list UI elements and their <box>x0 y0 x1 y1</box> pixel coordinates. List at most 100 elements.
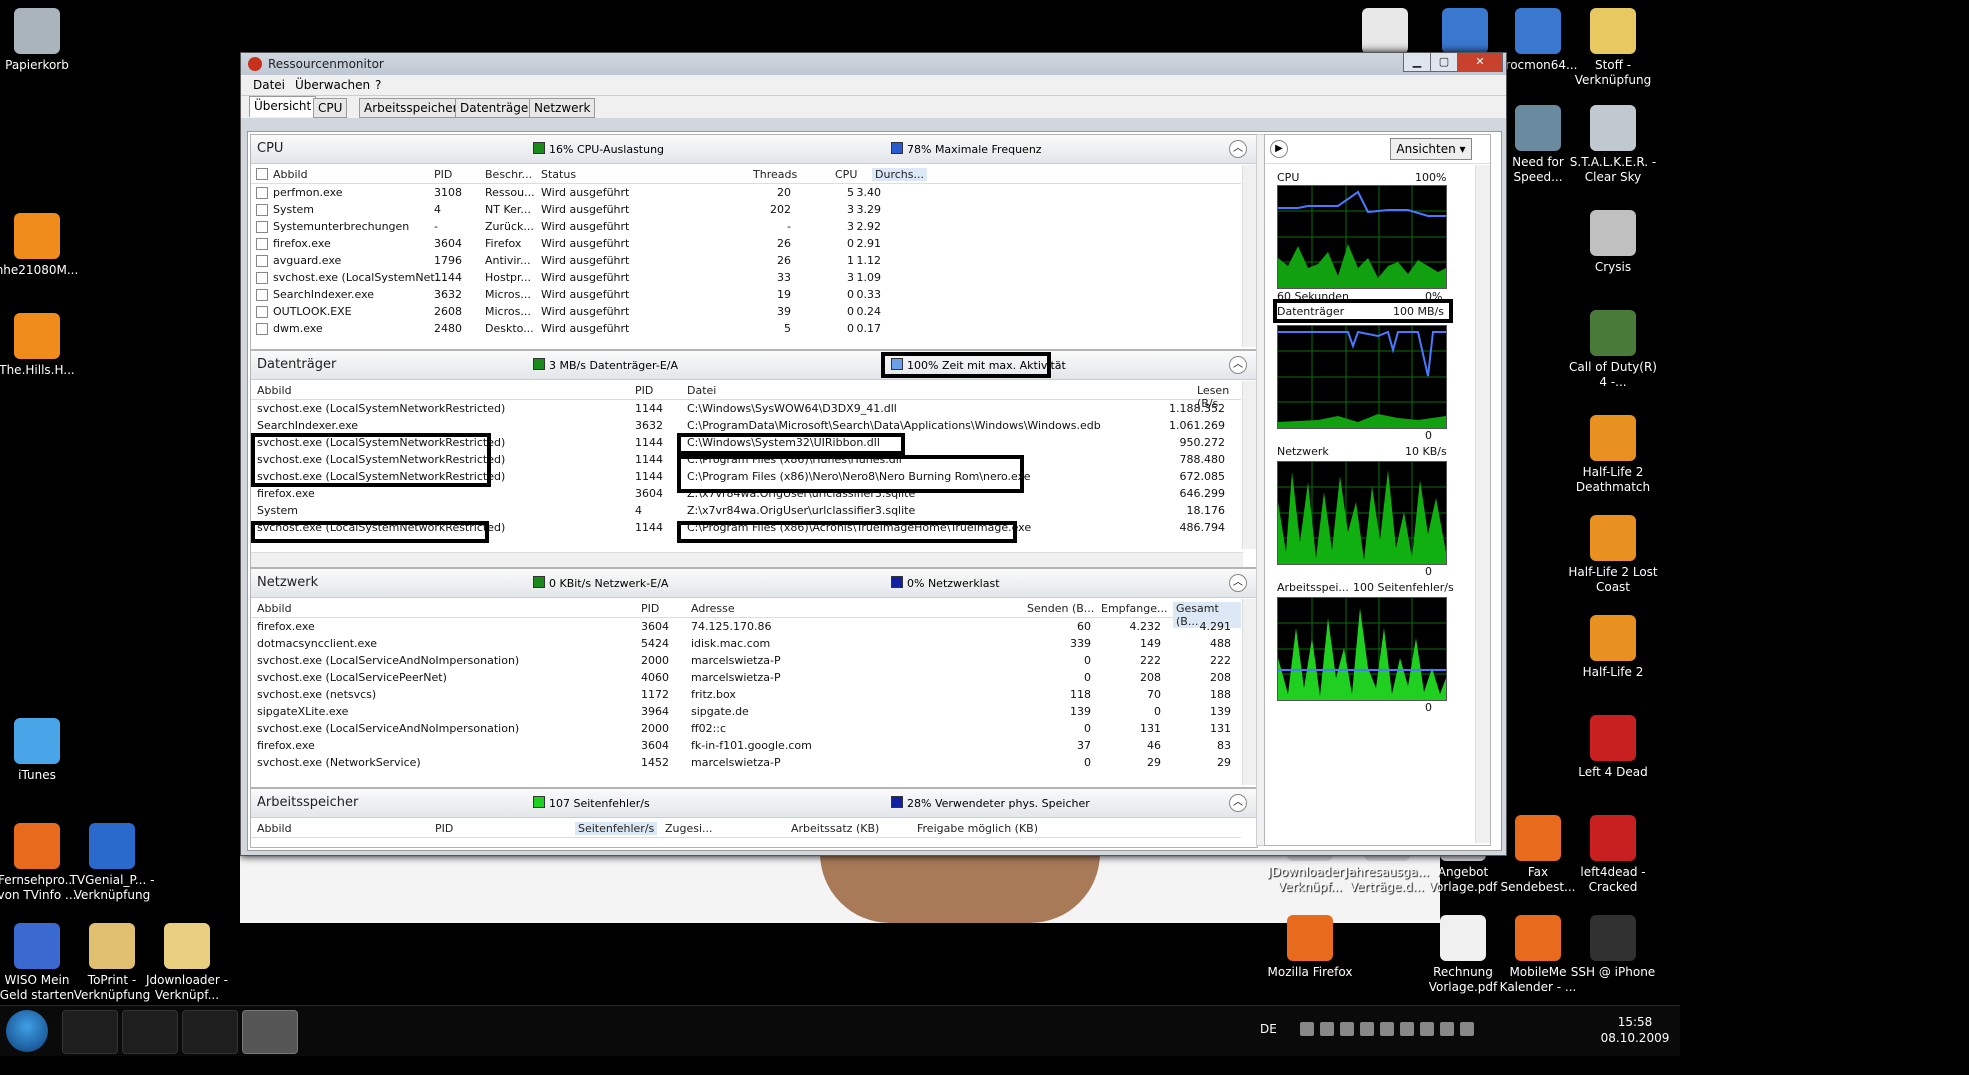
memory-panel-header[interactable]: Arbeitsspeicher 107 Seitenfehler/s 28% V… <box>251 789 1257 818</box>
table-row[interactable]: SearchIndexer.exe 3632 C:\ProgramData\Micr… <box>251 417 1241 434</box>
table-row[interactable]: avguard.exe 1796 Antivir... Wird ausgeführt… <box>251 252 1241 269</box>
table-row[interactable]: System 4 Z:\x7vr84wa.OrigUser\urlclassifie… <box>251 502 1241 519</box>
language-indicator[interactable]: DE <box>1260 1022 1277 1036</box>
table-row[interactable]: svchost.exe (LocalServiceAndNoImpersonat… <box>251 652 1241 669</box>
desktop-icon[interactable]: S.T.A.L.K.E.R. - Clear Sky <box>1568 105 1658 185</box>
desktop-icon[interactable]: left4dead - Cracked <box>1568 815 1658 895</box>
views-button[interactable]: Ansichten ▾ <box>1390 138 1472 160</box>
row-checkbox[interactable] <box>256 204 268 216</box>
row-checkbox[interactable] <box>256 187 268 199</box>
disk-collapse-icon[interactable]: ︿ <box>1229 356 1247 374</box>
desktop-icon[interactable]: Jdownloader - Verknüpf... <box>142 923 232 1003</box>
desktop-icon[interactable]: TVGenial_P... - Verknüpfung <box>67 823 157 903</box>
table-row[interactable]: Systemunterbrechungen - Zurück... Wird ausg… <box>251 218 1241 235</box>
tab-cpu[interactable]: CPU <box>313 98 348 118</box>
network-scrollbar[interactable] <box>1242 599 1257 785</box>
table-row[interactable]: dwm.exe 2480 Deskto... Wird ausgeführt 5 0 0.1… <box>251 320 1241 337</box>
col-status[interactable]: Status <box>541 168 576 181</box>
table-row[interactable]: SearchIndexer.exe 3632 Micros... Wird ausge… <box>251 286 1241 303</box>
col-beschr[interactable]: Beschr... <box>485 168 532 181</box>
col-abbild[interactable]: Abbild <box>273 168 308 181</box>
table-row[interactable]: svchost.exe (netsvcs) 1172 fritz.box 118 70 1… <box>251 686 1241 703</box>
col-datei[interactable]: Datei <box>687 384 716 397</box>
col-pid[interactable]: PID <box>635 384 653 397</box>
expand-arrow-icon[interactable]: ▶ <box>1270 140 1288 158</box>
disk-panel-header[interactable]: Datenträger 3 MB/s Datenträger-E/A 100% … <box>251 351 1257 380</box>
col-pid[interactable]: PID <box>641 602 659 615</box>
table-row[interactable]: svchost.exe (LocalSystemNetworkRestricte… <box>251 400 1241 417</box>
graphs-scrollbar[interactable] <box>1475 165 1490 843</box>
row-checkbox[interactable] <box>256 289 268 301</box>
desktop-icon[interactable]: hhe21080M... <box>0 213 82 278</box>
col-abbild[interactable]: Abbild <box>257 602 292 615</box>
network-panel-header[interactable]: Netzwerk 0 KBit/s Netzwerk-E/A 0% Netzwe… <box>251 569 1257 598</box>
col-adresse[interactable]: Adresse <box>691 602 735 615</box>
tab-overview[interactable]: Übersicht <box>249 96 317 117</box>
disk-hscrollbar[interactable] <box>251 552 1243 567</box>
row-checkbox[interactable] <box>256 323 268 335</box>
minimize-button[interactable]: ▁ <box>1403 53 1431 72</box>
tray-icons[interactable] <box>1300 1022 1530 1038</box>
table-row[interactable]: firefox.exe 3604 fk-in-f101.google.com 37 46… <box>251 737 1241 754</box>
row-checkbox[interactable] <box>256 306 268 318</box>
col-threads[interactable]: Threads <box>753 168 797 181</box>
desktop-icon[interactable]: Left 4 Dead <box>1568 715 1658 780</box>
col-cpu[interactable]: CPU <box>835 168 857 181</box>
cpu-scrollbar[interactable] <box>1242 165 1257 347</box>
clock[interactable]: 15:58 08.10.2009 <box>1600 1014 1670 1046</box>
col-abbild[interactable]: Abbild <box>257 384 292 397</box>
table-row[interactable]: dotmacsyncclient.exe 5424 idisk.mac.com 339… <box>251 635 1241 652</box>
table-row[interactable]: firefox.exe 3604 74.125.170.86 60 4.232 4.291 <box>251 618 1241 635</box>
window-titlebar[interactable]: Ressourcenmonitor ▁ ▢ ✕ <box>241 53 1506 75</box>
col-seitenfehler[interactable]: Seitenfehler/s <box>575 822 658 835</box>
table-row[interactable]: svchost.exe (LocalSystemNet... 1144 Hostpr… <box>251 269 1241 286</box>
tab-disk[interactable]: Datenträger <box>455 98 539 118</box>
desktop-icon[interactable]: Half-Life 2 Lost Coast <box>1568 515 1658 595</box>
taskbar-resmon-icon[interactable] <box>242 1010 298 1054</box>
desktop-icon[interactable]: iTunes <box>0 718 82 783</box>
network-collapse-icon[interactable]: ︿ <box>1229 574 1247 592</box>
desktop-icon[interactable]: Stoff - Verknüpfung <box>1568 8 1658 88</box>
col-freigabe[interactable]: Freigabe möglich (KB) <box>917 822 1038 835</box>
tab-memory[interactable]: Arbeitsspeicher <box>359 98 463 118</box>
col-abbild[interactable]: Abbild <box>257 822 292 835</box>
desktop-icon[interactable]: SSH @ iPhone <box>1568 915 1658 980</box>
desktop-icon[interactable]: Half-Life 2 Deathmatch <box>1568 415 1658 495</box>
col-empfangen[interactable]: Empfange... <box>1101 602 1167 615</box>
row-checkbox[interactable] <box>256 221 268 233</box>
col-pid[interactable]: PID <box>435 822 453 835</box>
desktop-icon[interactable]: Call of Duty(R) 4 -... <box>1568 310 1658 390</box>
menu-ueberwachen[interactable]: Überwachen <box>295 78 370 92</box>
col-zugesichert[interactable]: Zugesi... <box>665 822 713 835</box>
disk-scrollbar[interactable] <box>1242 381 1257 549</box>
desktop-icon[interactable]: Mozilla Firefox <box>1265 915 1355 980</box>
table-row[interactable]: firefox.exe 3604 Firefox Wird ausgeführt 26 0… <box>251 235 1241 252</box>
memory-collapse-icon[interactable]: ︿ <box>1229 794 1247 812</box>
start-button[interactable] <box>6 1010 48 1052</box>
taskbar-vnc-icon[interactable] <box>122 1010 178 1054</box>
col-senden[interactable]: Senden (B... <box>1027 602 1094 615</box>
menu-datei[interactable]: Datei <box>253 78 285 92</box>
table-row[interactable]: OUTLOOK.EXE 2608 Micros... Wird ausgeführt 3… <box>251 303 1241 320</box>
row-checkbox[interactable] <box>256 255 268 267</box>
cpu-select-all-checkbox[interactable] <box>256 168 268 180</box>
table-row[interactable]: svchost.exe (LocalServiceAndNoImpersonat… <box>251 720 1241 737</box>
col-durchs[interactable]: Durchs... <box>872 168 927 181</box>
maximize-button[interactable]: ▢ <box>1430 53 1458 72</box>
taskbar-firefox-icon[interactable] <box>62 1010 118 1054</box>
table-row[interactable]: svchost.exe (NetworkService) 1452 marcelsw… <box>251 754 1241 771</box>
row-checkbox[interactable] <box>256 238 268 250</box>
desktop-icon[interactable] <box>1340 8 1430 58</box>
desktop-icon[interactable]: Half-Life 2 <box>1568 615 1658 680</box>
table-row[interactable]: svchost.exe (LocalServicePeerNet) 4060 mar… <box>251 669 1241 686</box>
col-arbeitssatz[interactable]: Arbeitssatz (KB) <box>791 822 879 835</box>
desktop-icon[interactable]: The.Hills.H... <box>0 313 82 378</box>
close-button[interactable]: ✕ <box>1457 53 1503 72</box>
table-row[interactable]: perfmon.exe 3108 Ressou... Wird ausgeführt 2… <box>251 184 1241 201</box>
table-row[interactable]: System 4 NT Ker... Wird ausgeführt 202 3 3.29 <box>251 201 1241 218</box>
col-pid[interactable]: PID <box>434 168 452 181</box>
cpu-panel-header[interactable]: CPU 16% CPU-Auslastung 78% Maximale Freq… <box>251 135 1257 164</box>
cpu-collapse-icon[interactable]: ︿ <box>1229 140 1247 158</box>
row-checkbox[interactable] <box>256 272 268 284</box>
desktop-icon[interactable]: Papierkorb <box>0 8 82 73</box>
